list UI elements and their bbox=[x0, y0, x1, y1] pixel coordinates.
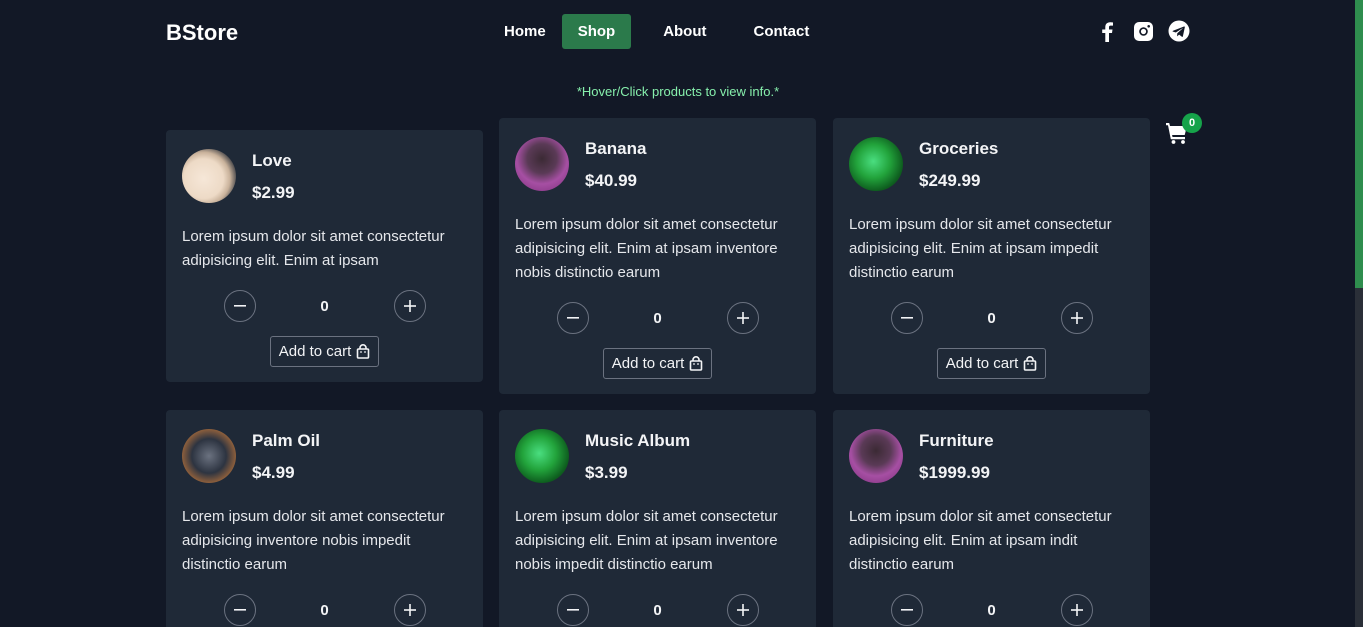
increment-button[interactable] bbox=[726, 302, 759, 334]
plus-icon bbox=[1070, 604, 1083, 616]
shopping-bag-icon bbox=[1023, 356, 1037, 371]
increment-button[interactable] bbox=[393, 594, 426, 626]
add-to-cart-label: Add to cart bbox=[611, 355, 685, 372]
product-header: Palm Oil $4.99 bbox=[182, 429, 467, 485]
decrement-button[interactable] bbox=[223, 594, 256, 626]
increment-button[interactable] bbox=[1060, 594, 1093, 626]
hover-hint: *Hover/Click products to view info.* bbox=[576, 84, 780, 99]
quantity-stepper: 0 bbox=[515, 302, 800, 334]
decrement-button[interactable] bbox=[556, 302, 589, 334]
quantity-value: 0 bbox=[987, 601, 996, 619]
product-card[interactable]: Furniture $1999.99 Lorem ipsum dolor sit… bbox=[833, 410, 1150, 627]
add-to-cart-button[interactable]: Add to cart bbox=[269, 336, 380, 367]
increment-button[interactable] bbox=[726, 594, 759, 626]
quantity-stepper: 0 bbox=[182, 290, 467, 322]
minus-icon bbox=[233, 609, 246, 611]
plus-icon bbox=[736, 312, 749, 324]
minus-icon bbox=[233, 305, 246, 307]
product-image bbox=[182, 429, 236, 483]
product-card[interactable]: Love $2.99 Lorem ipsum dolor sit amet co… bbox=[166, 130, 483, 382]
product-image bbox=[515, 429, 569, 483]
product-header: Banana $40.99 bbox=[515, 137, 800, 193]
product-price: $40.99 bbox=[585, 171, 637, 190]
product-price: $249.99 bbox=[919, 171, 981, 190]
telegram-icon[interactable] bbox=[1168, 20, 1190, 42]
quantity-stepper: 0 bbox=[515, 594, 800, 626]
decrement-button[interactable] bbox=[890, 594, 923, 626]
nav-contact[interactable]: Contact bbox=[738, 14, 826, 49]
product-header: Groceries $249.99 bbox=[849, 137, 1134, 193]
product-description: Lorem ipsum dolor sit amet consectetur a… bbox=[849, 216, 1112, 281]
shopping-bag-icon bbox=[689, 356, 703, 371]
product-card[interactable]: Groceries $249.99 Lorem ipsum dolor sit … bbox=[833, 118, 1150, 394]
product-title: Banana bbox=[585, 139, 647, 158]
quantity-value: 0 bbox=[653, 601, 662, 619]
plus-icon bbox=[1070, 312, 1083, 324]
nav-about[interactable]: About bbox=[647, 14, 722, 49]
scrollbar-thumb[interactable] bbox=[1355, 0, 1363, 288]
quantity-value: 0 bbox=[320, 297, 329, 315]
product-header: Love $2.99 bbox=[182, 149, 467, 205]
product-price: $2.99 bbox=[252, 183, 295, 202]
add-to-cart-button[interactable]: Add to cart bbox=[936, 348, 1047, 379]
product-title: Love bbox=[252, 151, 292, 170]
shopping-bag-icon bbox=[356, 344, 370, 359]
product-card[interactable]: Palm Oil $4.99 Lorem ipsum dolor sit ame… bbox=[166, 410, 483, 627]
product-header: Music Album $3.99 bbox=[515, 429, 800, 485]
minus-icon bbox=[566, 317, 579, 319]
add-to-cart-label: Add to cart bbox=[945, 355, 1019, 372]
instagram-icon[interactable] bbox=[1132, 20, 1154, 42]
product-title: Music Album bbox=[585, 431, 691, 450]
cart-count-badge: 0 bbox=[1182, 113, 1202, 133]
main-nav: Home Shop About Contact bbox=[488, 14, 825, 49]
product-title: Groceries bbox=[919, 139, 999, 158]
product-description: Lorem ipsum dolor sit amet consectetur a… bbox=[515, 216, 778, 281]
minus-icon bbox=[900, 609, 913, 611]
product-image bbox=[182, 149, 236, 203]
decrement-button[interactable] bbox=[890, 302, 923, 334]
social-links bbox=[1096, 20, 1204, 42]
product-image bbox=[849, 429, 903, 483]
product-card[interactable]: Banana $40.99 Lorem ipsum dolor sit amet… bbox=[499, 118, 816, 394]
product-image bbox=[849, 137, 903, 191]
page-scrollbar[interactable] bbox=[1355, 0, 1363, 627]
plus-icon bbox=[736, 604, 749, 616]
product-description: Lorem ipsum dolor sit amet consectetur a… bbox=[182, 228, 445, 269]
product-title: Palm Oil bbox=[252, 431, 321, 450]
minus-icon bbox=[566, 609, 579, 611]
nav-home[interactable]: Home bbox=[488, 14, 562, 49]
quantity-value: 0 bbox=[653, 309, 662, 327]
increment-button[interactable] bbox=[1060, 302, 1093, 334]
product-price: $4.99 bbox=[252, 463, 295, 482]
page: BStore Home Shop About Contact *Hover/Cl… bbox=[0, 0, 1363, 627]
product-header: Furniture $1999.99 bbox=[849, 429, 1134, 485]
plus-icon bbox=[403, 604, 416, 616]
quantity-stepper: 0 bbox=[849, 594, 1134, 626]
add-to-cart-button[interactable]: Add to cart bbox=[602, 348, 713, 379]
minus-icon bbox=[900, 317, 913, 319]
brand-logo[interactable]: BStore bbox=[166, 20, 238, 46]
product-price: $3.99 bbox=[585, 463, 628, 482]
increment-button[interactable] bbox=[393, 290, 426, 322]
product-card[interactable]: Music Album $3.99 Lorem ipsum dolor sit … bbox=[499, 410, 816, 627]
quantity-stepper: 0 bbox=[849, 302, 1134, 334]
decrement-button[interactable] bbox=[223, 290, 256, 322]
product-price: $1999.99 bbox=[919, 463, 990, 482]
product-image bbox=[515, 137, 569, 191]
quantity-value: 0 bbox=[987, 309, 996, 327]
product-description: Lorem ipsum dolor sit amet consectetur a… bbox=[849, 508, 1112, 573]
product-description: Lorem ipsum dolor sit amet consectetur a… bbox=[182, 508, 445, 573]
quantity-value: 0 bbox=[320, 601, 329, 619]
product-description: Lorem ipsum dolor sit amet consectetur a… bbox=[515, 508, 778, 573]
add-to-cart-label: Add to cart bbox=[278, 343, 352, 360]
plus-icon bbox=[403, 300, 416, 312]
decrement-button[interactable] bbox=[556, 594, 589, 626]
product-title: Furniture bbox=[919, 431, 994, 450]
quantity-stepper: 0 bbox=[182, 594, 467, 626]
facebook-icon[interactable] bbox=[1096, 20, 1118, 42]
nav-shop[interactable]: Shop bbox=[561, 14, 632, 49]
